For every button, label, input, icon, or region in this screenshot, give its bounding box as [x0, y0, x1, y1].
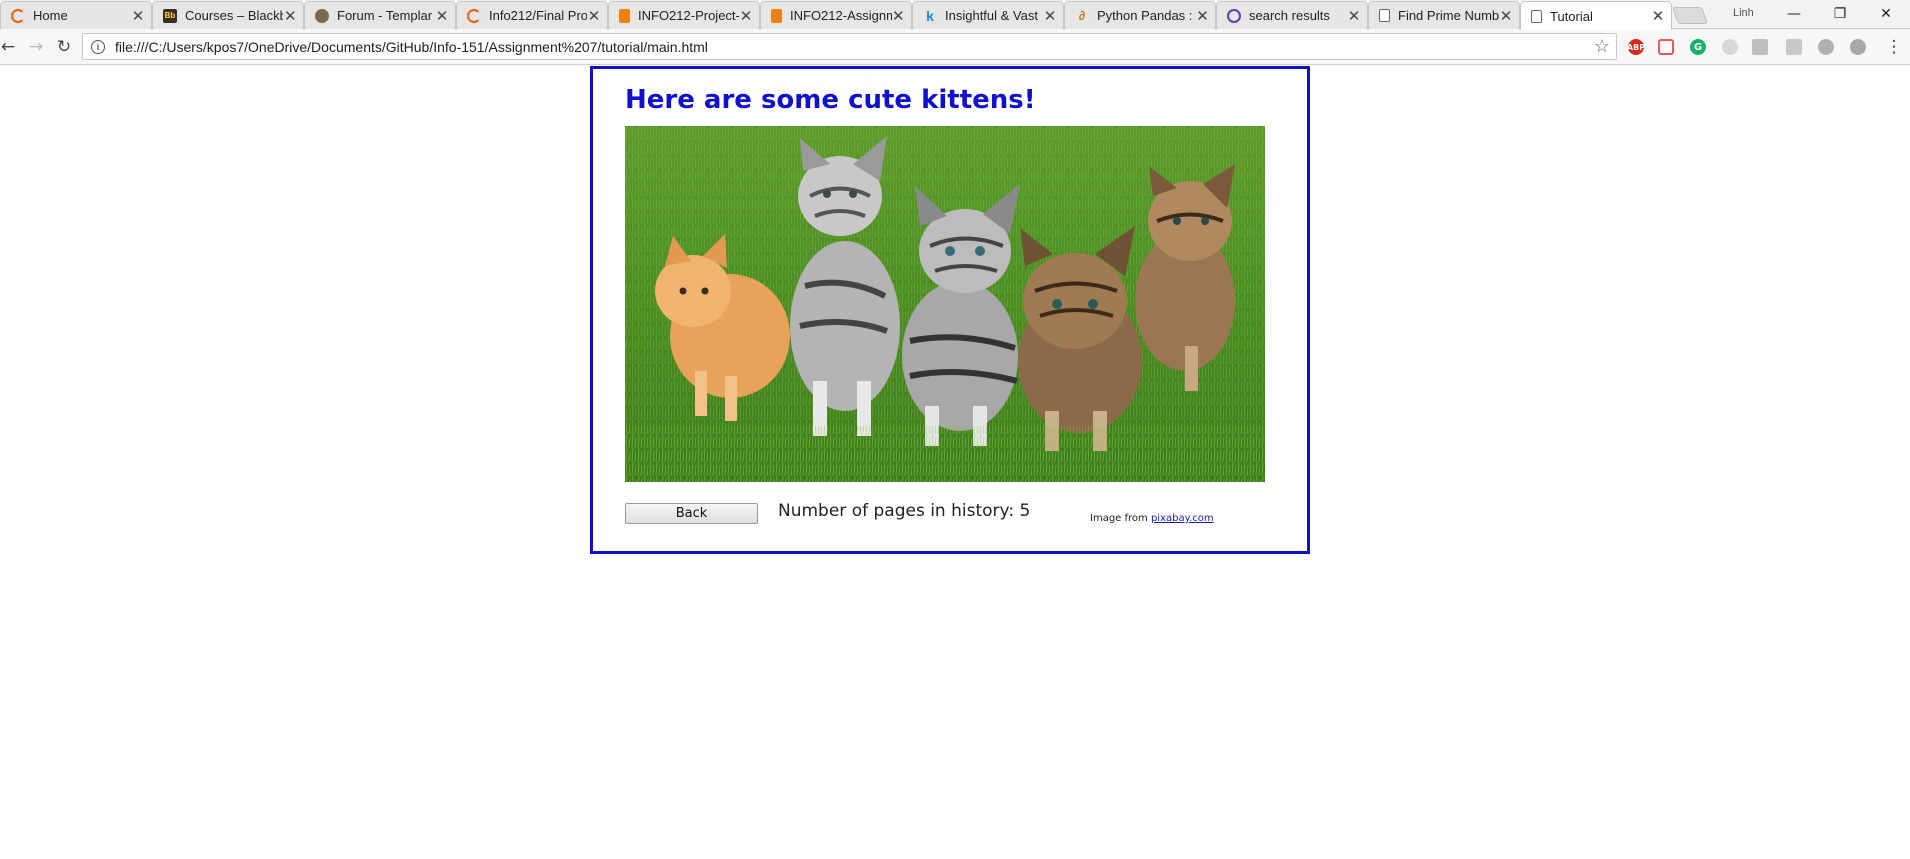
adblock-icon[interactable]: ABP: [1627, 39, 1645, 55]
content-card: Here are some cute kittens! Back Number …: [590, 66, 1310, 554]
close-icon[interactable]: ✕: [587, 7, 601, 25]
history-count-text: Number of pages in history: 5: [778, 501, 1031, 521]
pandas-icon: ∂: [1078, 8, 1086, 23]
tab-home[interactable]: Home ✕: [0, 1, 152, 29]
tab-insightful[interactable]: k Insightful & Vast ✕: [912, 1, 1064, 29]
grey-kitten-middle: [902, 184, 1020, 446]
close-icon[interactable]: ✕: [1043, 7, 1057, 25]
tab-title: INFO212-Project-: [638, 8, 740, 23]
image-credit: Image from pixabay.com: [1090, 513, 1214, 524]
tab-search-results[interactable]: search results ✕: [1216, 1, 1368, 29]
close-icon[interactable]: ✕: [1196, 7, 1209, 25]
new-tab-button[interactable]: [1671, 7, 1709, 24]
tab-tutorial[interactable]: Tutorial ✕: [1520, 1, 1672, 30]
profile-label[interactable]: Linh: [1733, 7, 1754, 19]
ring-icon: [467, 8, 481, 23]
back-button[interactable]: Back: [625, 503, 758, 524]
document-icon: [1531, 9, 1542, 23]
tab-forum[interactable]: Forum - Templar ✕: [304, 1, 456, 29]
tab-strip: Home ✕ Bb Courses – Blackb ✕ Forum - Tem…: [0, 0, 1910, 30]
blackboard-icon: Bb: [163, 8, 177, 23]
document-icon: [1379, 9, 1390, 22]
tab-title: Tutorial: [1550, 8, 1593, 24]
close-icon[interactable]: ✕: [283, 7, 297, 25]
tab-pandas[interactable]: ∂ Python Pandas : g ✕: [1064, 1, 1216, 29]
star-icon[interactable]: ☆: [1594, 36, 1610, 57]
forward-arrow-icon[interactable]: →: [24, 35, 48, 59]
tab-title: Info212/Final Pro: [489, 8, 588, 23]
extension-icon[interactable]: [1786, 39, 1802, 55]
tab-title: search results: [1249, 8, 1330, 23]
tab-title: INFO212-Assignm: [790, 8, 892, 23]
extension-icon[interactable]: [1752, 39, 1768, 55]
close-icon[interactable]: ✕: [892, 7, 905, 25]
tab-courses[interactable]: Bb Courses – Blackb ✕: [152, 1, 304, 29]
page-title: Here are some cute kittens!: [625, 85, 1036, 115]
menu-icon[interactable]: ⋮: [1882, 35, 1906, 59]
book-icon: [771, 8, 782, 23]
tab-find-prime[interactable]: Find Prime Numb ✕: [1368, 1, 1520, 29]
close-icon[interactable]: ✕: [131, 7, 145, 25]
tab-final-project[interactable]: Info212/Final Pro ✕: [456, 1, 608, 29]
close-icon[interactable]: ✕: [739, 7, 753, 25]
tab-project[interactable]: INFO212-Project- ✕: [608, 1, 760, 29]
minimize-icon[interactable]: —: [1771, 0, 1817, 28]
pixabay-link[interactable]: pixabay.com: [1151, 513, 1214, 524]
credit-prefix: Image from: [1090, 513, 1151, 524]
tab-title: Home: [33, 8, 68, 23]
info-icon[interactable]: i: [91, 39, 105, 54]
close-icon[interactable]: ✕: [435, 7, 449, 25]
close-window-icon[interactable]: ✕: [1863, 0, 1909, 28]
close-icon[interactable]: ✕: [1347, 7, 1361, 25]
restore-icon[interactable]: ❐: [1817, 0, 1863, 28]
extension-icon[interactable]: [1818, 39, 1834, 55]
browser-toolbar: ← → ↻ i file:///C:/Users/kpos7/OneDrive/…: [0, 29, 1910, 65]
tab-title: Insightful & Vast: [945, 8, 1038, 23]
tab-title: Python Pandas : g: [1097, 8, 1196, 23]
tab-title: Find Prime Numb: [1398, 8, 1500, 23]
at-icon: [1227, 8, 1241, 23]
tab-title: Forum - Templar: [337, 8, 433, 23]
forum-icon: [315, 8, 329, 23]
reload-icon[interactable]: ↻: [52, 35, 76, 59]
k-icon: k: [926, 7, 934, 24]
pdf-icon[interactable]: [1658, 39, 1674, 55]
grammarly-icon[interactable]: G: [1690, 39, 1706, 55]
tab-assignment[interactable]: INFO212-Assignm ✕: [760, 1, 912, 29]
close-icon[interactable]: ✕: [1499, 7, 1513, 25]
address-text[interactable]: file:///C:/Users/kpos7/OneDrive/Document…: [115, 39, 708, 55]
kittens-photo: [625, 126, 1265, 482]
extension-icon[interactable]: [1850, 39, 1866, 55]
extension-icon[interactable]: [1722, 39, 1738, 55]
tab-title: Courses – Blackb: [185, 8, 284, 23]
back-arrow-icon[interactable]: ←: [0, 35, 20, 59]
address-bar[interactable]: i file:///C:/Users/kpos7/OneDrive/Docume…: [82, 33, 1617, 60]
book-icon: [619, 8, 630, 23]
close-icon[interactable]: ✕: [1651, 7, 1665, 25]
ring-icon: [11, 8, 25, 23]
